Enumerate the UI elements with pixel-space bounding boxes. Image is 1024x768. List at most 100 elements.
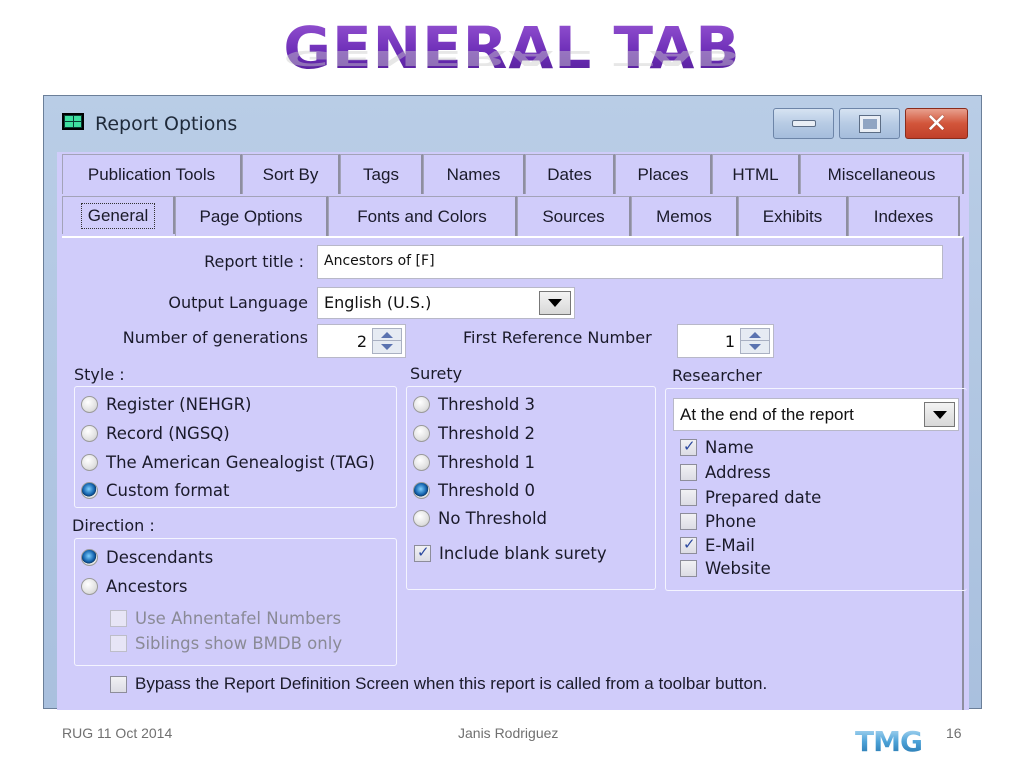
output-language-label: Output Language — [168, 293, 308, 312]
surety-option-threshold-2[interactable]: Threshold 2 — [413, 424, 535, 443]
option-label: Siblings show BMDB only — [135, 634, 343, 653]
tab-label: Places — [637, 164, 689, 184]
maximize-button[interactable] — [839, 108, 900, 139]
checkbox-icon — [680, 464, 697, 481]
option-label: Address — [705, 463, 771, 482]
tab-tags[interactable]: Tags — [340, 154, 423, 194]
spin-up-icon[interactable] — [741, 329, 769, 341]
radio-icon — [413, 510, 430, 527]
tab-label: Fonts and Colors — [357, 206, 487, 226]
option-label: Threshold 0 — [438, 481, 536, 500]
tab-html[interactable]: HTML — [712, 154, 800, 194]
tab-sources[interactable]: Sources — [517, 196, 631, 236]
tab-row-back: Publication Tools Sort By Tags Names Dat… — [62, 154, 964, 196]
bypass-report-definition-checkbox[interactable]: Bypass the Report Definition Screen when… — [110, 674, 767, 694]
surety-option-threshold-3[interactable]: Threshold 3 — [413, 395, 535, 414]
tab-general[interactable]: General — [62, 196, 175, 234]
first-reference-label: First Reference Number — [463, 328, 652, 347]
tab-label: Names — [446, 164, 501, 184]
tab-label: Publication Tools — [87, 164, 216, 184]
checkbox-checked-icon — [680, 535, 697, 554]
tab-names[interactable]: Names — [423, 154, 525, 194]
researcher-address-checkbox[interactable]: Address — [680, 463, 771, 482]
report-options-window: Report Options ✕ Publication Tools Sort … — [43, 95, 982, 710]
radio-icon — [81, 454, 98, 471]
generations-spin-buttons — [372, 328, 402, 354]
generations-stepper[interactable]: 2 — [317, 324, 406, 358]
report-title-input[interactable]: Ancestors of [F] — [317, 245, 943, 279]
option-label: E-Mail — [705, 536, 755, 555]
first-reference-stepper[interactable]: 1 — [677, 324, 774, 358]
checkbox-icon — [680, 560, 697, 577]
output-language-select[interactable]: English (U.S.) — [317, 287, 575, 319]
footer-author: Janis Rodriguez — [458, 725, 559, 741]
general-tab-panel: Report title : Ancestors of [F] Output L… — [62, 236, 967, 710]
radio-icon — [413, 425, 430, 442]
researcher-name-checkbox[interactable]: Name — [680, 437, 754, 457]
tab-row-front: General Page Options Fonts and Colors So… — [62, 196, 960, 238]
tab-sort-by[interactable]: Sort By — [242, 154, 340, 194]
researcher-email-checkbox[interactable]: E-Mail — [680, 535, 755, 555]
title-bar[interactable]: Report Options ✕ — [44, 96, 981, 152]
spin-down-icon[interactable] — [741, 341, 769, 353]
window-title: Report Options — [95, 113, 238, 135]
siblings-bmdb-checkbox[interactable]: Siblings show BMDB only — [110, 634, 342, 653]
chevron-down-icon[interactable] — [539, 291, 571, 315]
style-option-tag[interactable]: The American Genealogist (TAG) — [81, 453, 375, 472]
option-label: Threshold 3 — [438, 395, 536, 414]
tab-indexes[interactable]: Indexes — [848, 196, 960, 236]
checkbox-icon — [110, 610, 127, 627]
spin-down-icon[interactable] — [373, 341, 401, 353]
include-blank-surety-checkbox[interactable]: Include blank surety — [414, 543, 607, 563]
radio-icon — [81, 396, 98, 413]
option-label: Ancestors — [106, 577, 188, 596]
style-option-record[interactable]: Record (NGSQ) — [81, 424, 230, 443]
minimize-button[interactable] — [773, 108, 834, 139]
surety-option-no-threshold[interactable]: No Threshold — [413, 509, 547, 528]
style-option-register[interactable]: Register (NEHGR) — [81, 395, 251, 414]
output-language-value: English (U.S.) — [324, 293, 432, 312]
option-label: Use Ahnentafel Numbers — [135, 609, 342, 628]
tab-miscellaneous[interactable]: Miscellaneous — [800, 154, 964, 194]
checkbox-icon — [110, 675, 127, 693]
tab-exhibits[interactable]: Exhibits — [738, 196, 848, 236]
researcher-position-select[interactable]: At the end of the report — [673, 398, 959, 431]
chevron-down-icon[interactable] — [924, 402, 955, 427]
use-ahnentafel-checkbox[interactable]: Use Ahnentafel Numbers — [110, 609, 341, 628]
direction-option-descendants[interactable]: Descendants — [81, 548, 213, 567]
researcher-prepared-date-checkbox[interactable]: Prepared date — [680, 488, 821, 507]
option-label: Threshold 1 — [438, 453, 536, 472]
tab-page-options[interactable]: Page Options — [175, 196, 328, 236]
researcher-position-value: At the end of the report — [680, 405, 854, 424]
direction-option-ancestors[interactable]: Ancestors — [81, 577, 188, 596]
option-label: Record (NGSQ) — [106, 424, 230, 443]
tab-publication-tools[interactable]: Publication Tools — [62, 154, 242, 194]
tab-fonts-and-colors[interactable]: Fonts and Colors — [328, 196, 517, 236]
tmg-logo: TMG — [855, 725, 923, 758]
option-label: Bypass the Report Definition Screen when… — [135, 674, 768, 693]
surety-option-threshold-0[interactable]: Threshold 0 — [413, 481, 535, 500]
tab-dates[interactable]: Dates — [525, 154, 615, 194]
checkbox-checked-icon — [414, 543, 431, 562]
close-button[interactable]: ✕ — [905, 108, 968, 139]
tab-label: Exhibits — [762, 206, 823, 226]
direction-label: Direction : — [72, 516, 155, 535]
researcher-website-checkbox[interactable]: Website — [680, 559, 771, 578]
spin-up-icon[interactable] — [373, 329, 401, 341]
option-label: Prepared date — [705, 488, 822, 507]
radio-selected-icon — [81, 549, 98, 566]
tab-label: Sources — [542, 206, 605, 226]
footer-date: RUG 11 Oct 2014 — [62, 725, 173, 741]
tab-label: Tags — [363, 164, 399, 184]
style-group: Register (NEHGR) Record (NGSQ) The Ameri… — [74, 386, 397, 508]
style-label: Style : — [74, 365, 125, 384]
radio-icon — [413, 396, 430, 413]
style-option-custom[interactable]: Custom format — [81, 481, 230, 500]
tab-places[interactable]: Places — [615, 154, 712, 194]
tab-label: HTML — [732, 164, 779, 184]
generations-label: Number of generations — [122, 328, 308, 347]
researcher-phone-checkbox[interactable]: Phone — [680, 512, 756, 531]
checkbox-icon — [680, 513, 697, 530]
tab-memos[interactable]: Memos — [631, 196, 738, 236]
surety-option-threshold-1[interactable]: Threshold 1 — [413, 453, 535, 472]
